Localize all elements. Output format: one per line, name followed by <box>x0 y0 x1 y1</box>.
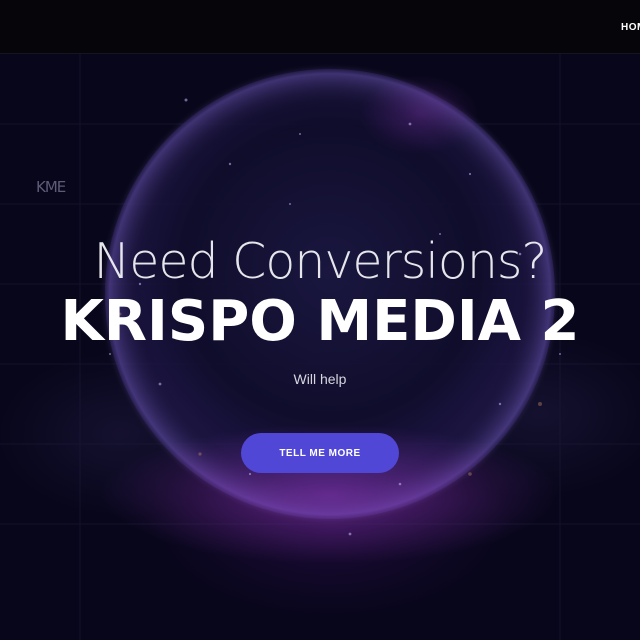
hero-title: KRISPO MEDIA 2 <box>60 289 580 354</box>
hero-tagline: Will help <box>293 371 347 387</box>
hero-content: Need Conversions? KRISPO MEDIA 2 Will he… <box>0 54 640 640</box>
hero-subtitle: Need Conversions? <box>93 233 548 290</box>
tell-me-more-button[interactable]: TELL ME MORE <box>241 433 399 473</box>
hero-section: KME Need Conversions? KRISPO MEDIA 2 Wil… <box>0 54 640 640</box>
top-navbar: HOME <box>0 0 640 54</box>
nav-link-home[interactable]: HOME <box>621 22 640 33</box>
landing-page: HOME <box>0 0 640 640</box>
